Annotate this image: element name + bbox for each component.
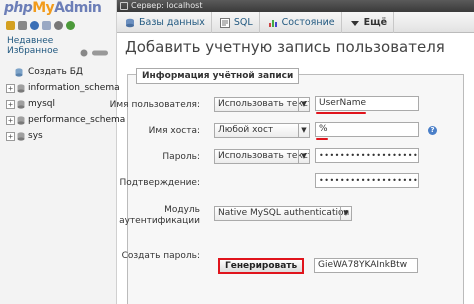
expand-icon[interactable]: + [6, 116, 15, 125]
database-icon [17, 132, 25, 141]
reload-icon[interactable] [66, 21, 75, 30]
generated-password-input[interactable]: GieWA78YKAInkBtw [314, 258, 418, 273]
logo-my: My [32, 0, 55, 16]
docs-icon[interactable] [42, 21, 51, 30]
logo-php: php [4, 0, 33, 16]
tree-item-label: performance_schema [28, 115, 126, 125]
expand-icon[interactable]: + [6, 132, 15, 141]
username-input[interactable]: UserName [315, 96, 419, 111]
database-icon [126, 18, 134, 27]
fieldset-legend: Информация учётной записи [136, 68, 300, 84]
chevron-down-icon: ▼ [298, 98, 309, 111]
tab-recent[interactable]: Недавнее [7, 36, 53, 46]
main-content: Добавить учетную запись пользователя Инф… [110, 34, 474, 304]
host-mode-select[interactable]: Любой хост ▼ [214, 123, 310, 138]
tree-item-create-db[interactable]: Создать БД [4, 64, 116, 80]
tree-item-label: sys [28, 131, 43, 141]
server-breadcrumb[interactable]: Сервер: localhost [117, 0, 474, 12]
generate-button[interactable]: Генерировать [218, 258, 305, 274]
confirm-password-input[interactable]: •••••••••••••••••••••••• [315, 173, 419, 188]
help-icon[interactable] [30, 21, 39, 30]
username-mode-select[interactable]: Использовать текстовое поле ▼ [214, 97, 310, 112]
auth-label: Модуль аутентификации [119, 205, 200, 226]
database-icon [17, 116, 25, 125]
sidebar-icon-toolbar [6, 21, 75, 30]
tab-favorites[interactable]: Избранное [7, 46, 58, 56]
phpmyadmin-logo[interactable]: phpMyAdmin [4, 0, 102, 16]
username-mode-value: Использовать текстовое поле [218, 99, 309, 109]
chevron-down-icon [350, 20, 359, 26]
help-icon[interactable]: ? [428, 126, 437, 135]
username-label: Имя пользователя: [109, 100, 200, 110]
tab-label: SQL [233, 17, 253, 28]
tab-label: Базы данных [139, 17, 205, 28]
auth-plugin-value: Native MySQL authentication [218, 208, 350, 218]
tab-sql[interactable]: SQL [212, 12, 260, 33]
password-mode-value: Использовать текстовое поле [218, 151, 309, 161]
logo-admin: Admin [54, 0, 102, 16]
highlight-underline [316, 138, 328, 140]
tab-status[interactable]: Состояние [260, 12, 342, 33]
server-icon [120, 2, 128, 10]
status-icon [268, 19, 277, 27]
auth-plugin-select[interactable]: Native MySQL authentication ▼ [214, 206, 352, 221]
database-icon [17, 84, 25, 93]
tree-item-label: mysql [28, 99, 55, 109]
page-title: Добавить учетную запись пользователя [125, 38, 445, 56]
password-mode-select[interactable]: Использовать текстовое поле ▼ [214, 149, 310, 164]
tab-more[interactable]: Ещё [342, 12, 395, 33]
chevron-down-icon: ▼ [298, 124, 309, 137]
tab-databases[interactable]: Базы данных [117, 12, 212, 33]
generate-password-label: Создать пароль: [121, 251, 200, 261]
host-input[interactable]: % [315, 122, 419, 137]
exit-icon[interactable] [18, 21, 27, 30]
tree-item-information-schema[interactable]: + information_schema [4, 80, 120, 96]
sql-icon [219, 17, 230, 28]
home-icon[interactable] [6, 21, 15, 30]
gear-icon[interactable] [54, 21, 63, 30]
password-label: Пароль: [162, 152, 200, 162]
top-tabs: Базы данных SQL Состояние Ещё [117, 12, 474, 33]
host-label: Имя хоста: [148, 126, 200, 136]
chevron-down-icon: ▼ [340, 207, 351, 220]
expand-icon[interactable]: + [6, 84, 15, 93]
database-icon [17, 100, 25, 109]
host-mode-value: Любой хост [218, 125, 274, 135]
server-label: Сервер: localhost [131, 1, 203, 10]
confirm-label: Подтверждение: [119, 178, 200, 188]
create-db-label: Создать БД [28, 67, 83, 77]
new-database-icon [15, 68, 23, 77]
account-info-fieldset: Информация учётной записи Имя пользовате… [110, 68, 464, 304]
password-input[interactable]: •••••••••••••••••••••••• [315, 148, 419, 163]
expand-icon[interactable]: + [6, 100, 15, 109]
chevron-down-icon: ▼ [298, 150, 309, 163]
tree-item-label: information_schema [28, 83, 120, 93]
tab-label: Состояние [281, 17, 335, 28]
link-collapse-icon[interactable] [78, 49, 110, 57]
highlight-underline [316, 112, 366, 114]
tab-label: Ещё [363, 17, 388, 28]
